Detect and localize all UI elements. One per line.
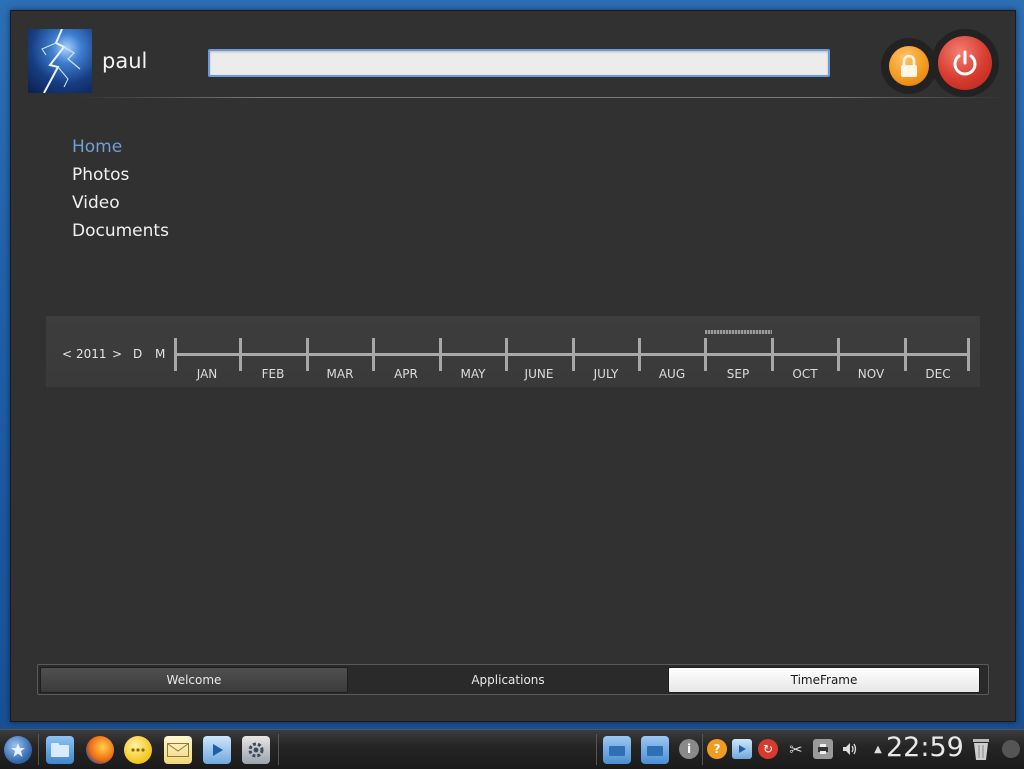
month-may[interactable]: MAY: [440, 367, 506, 381]
printer-icon[interactable]: [813, 739, 833, 759]
clock[interactable]: 22:59: [886, 732, 964, 763]
update-icon[interactable]: ↻: [758, 739, 778, 759]
taskbar: i ? ↻ ✂ ▲ 22:59: [0, 729, 1024, 769]
scissors-icon[interactable]: ✂: [786, 739, 806, 759]
month-sep[interactable]: SEP: [705, 367, 771, 381]
media-icon[interactable]: [732, 739, 752, 759]
taskbar-separator: [702, 734, 703, 765]
tab-timeframe[interactable]: TimeFrame: [668, 667, 980, 693]
folder-icon[interactable]: [641, 736, 669, 764]
month-dec[interactable]: DEC: [905, 367, 971, 381]
media-player-icon[interactable]: [203, 736, 231, 764]
nav-item-photos[interactable]: Photos: [72, 161, 169, 189]
help-icon[interactable]: ?: [707, 739, 727, 759]
month-mode-button[interactable]: M: [155, 347, 165, 361]
expand-tray-icon[interactable]: ▲: [868, 739, 888, 759]
lightning-avatar-icon: [41, 29, 81, 93]
leave-button[interactable]: [931, 29, 999, 97]
launcher-tab-bar: Welcome Applications TimeFrame: [37, 664, 989, 695]
power-icon: [938, 36, 992, 90]
timeframe-timeline: < 2011 > D M JAN FEB MAR APR MAY JUNE JU…: [46, 316, 980, 387]
file-manager-icon[interactable]: [46, 736, 74, 764]
system-settings-icon[interactable]: [242, 736, 270, 764]
month-feb[interactable]: FEB: [240, 367, 306, 381]
taskbar-separator: [38, 734, 39, 765]
lock-icon: [889, 46, 929, 86]
firefox-icon[interactable]: [86, 736, 114, 764]
tab-applications[interactable]: Applications: [350, 667, 666, 693]
day-mode-button[interactable]: D: [133, 347, 142, 361]
month-aug[interactable]: AUG: [639, 367, 705, 381]
kde-menu-icon[interactable]: [4, 736, 32, 764]
year-next-button[interactable]: >: [112, 347, 122, 361]
nav-item-documents[interactable]: Documents: [72, 217, 169, 245]
month-apr[interactable]: APR: [373, 367, 439, 381]
month-oct[interactable]: OCT: [772, 367, 838, 381]
taskbar-separator: [278, 734, 279, 765]
folder-icon[interactable]: [603, 736, 631, 764]
nav-item-home[interactable]: Home: [72, 133, 169, 161]
username-label: paul: [102, 49, 148, 73]
cashew-icon[interactable]: [1002, 740, 1020, 758]
trash-icon[interactable]: [970, 736, 992, 762]
mail-icon[interactable]: [164, 736, 192, 764]
volume-icon[interactable]: [840, 739, 860, 759]
month-june[interactable]: JUNE: [506, 367, 572, 381]
favorites-nav: Home Photos Video Documents: [72, 133, 169, 245]
search-input[interactable]: [208, 49, 830, 77]
year-prev-button[interactable]: <: [62, 347, 72, 361]
kickoff-launcher-panel: paul Home Photos Video Documents < 2011 …: [10, 10, 1016, 722]
timeline-activity-marker: [705, 330, 772, 334]
month-nov[interactable]: NOV: [838, 367, 904, 381]
month-mar[interactable]: MAR: [307, 367, 373, 381]
tab-welcome[interactable]: Welcome: [40, 667, 348, 693]
user-avatar[interactable]: [28, 29, 92, 93]
nav-item-video[interactable]: Video: [72, 189, 169, 217]
lock-screen-button[interactable]: [881, 38, 937, 94]
year-label: 2011: [76, 347, 107, 361]
month-jan[interactable]: JAN: [174, 367, 240, 381]
taskbar-separator: [596, 734, 597, 765]
header-divider: [77, 97, 1007, 98]
month-july[interactable]: JULY: [573, 367, 639, 381]
info-icon[interactable]: i: [679, 739, 699, 759]
chat-icon[interactable]: [124, 736, 152, 764]
